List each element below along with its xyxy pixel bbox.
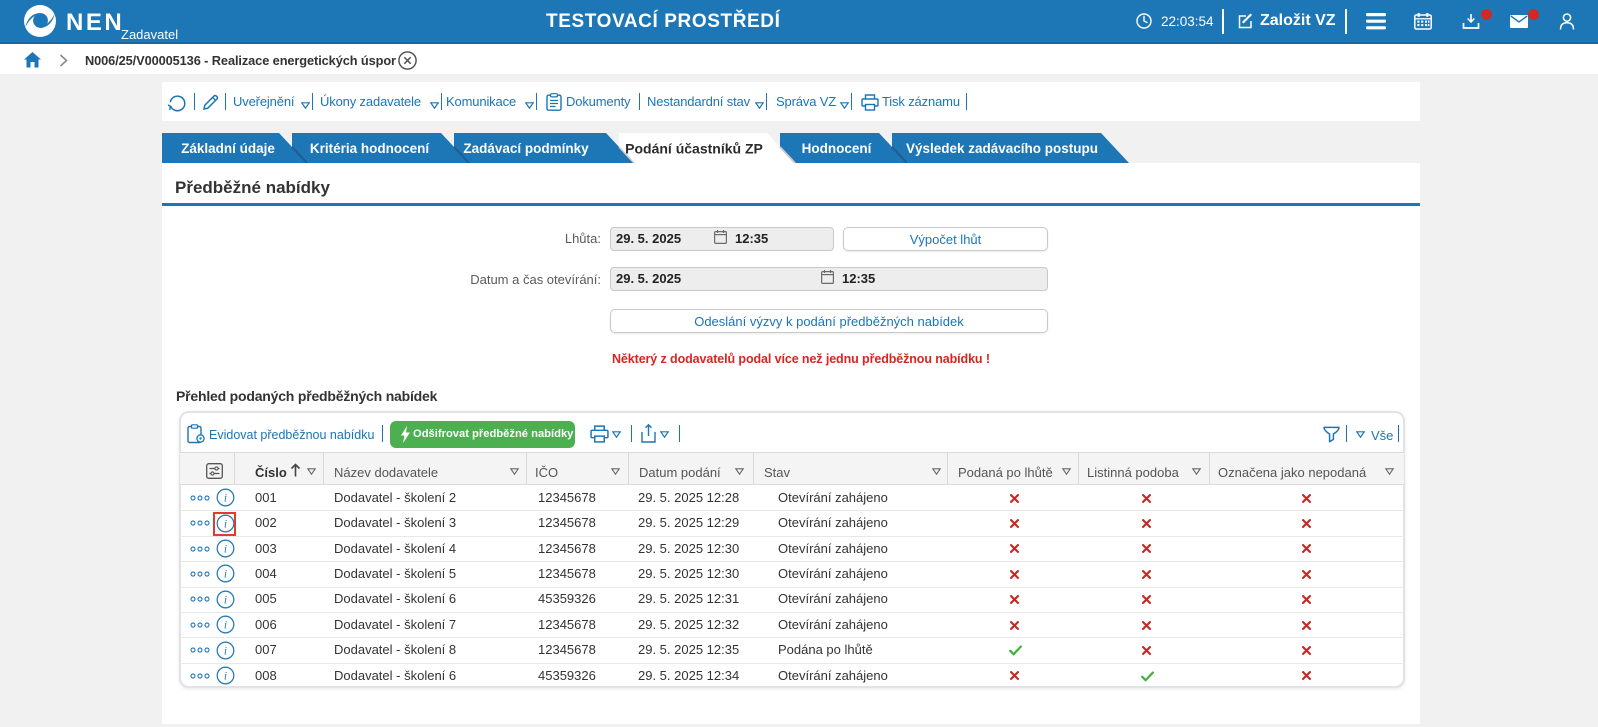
svg-text:i: i <box>224 543 227 555</box>
svg-text:Hodnocení: Hodnocení <box>802 141 873 156</box>
svg-text:i: i <box>224 569 227 581</box>
svg-text:i: i <box>224 619 227 631</box>
svg-text:i: i <box>224 492 227 504</box>
svg-text:i: i <box>224 594 227 606</box>
svg-text:i: i <box>224 670 227 682</box>
svg-text:Kritéria hodnocení: Kritéria hodnocení <box>310 141 431 156</box>
svg-text:i: i <box>224 645 227 657</box>
svg-text:Zadávací podmínky: Zadávací podmínky <box>463 141 589 156</box>
svg-text:Základní údaje: Základní údaje <box>181 141 275 156</box>
svg-text:Podání účastníků ZP: Podání účastníků ZP <box>625 141 763 157</box>
svg-text:Výsledek zadávacího postupu: Výsledek zadávacího postupu <box>906 141 1098 156</box>
